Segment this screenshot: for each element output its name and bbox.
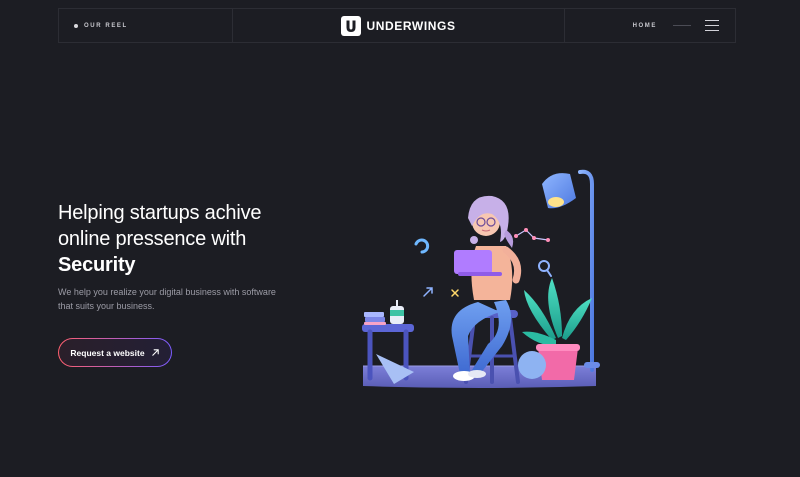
logo[interactable]: UNDERWINGS xyxy=(233,9,565,42)
logo-icon xyxy=(341,15,362,36)
page: OUR REEL UNDERWINGS HOME Helping startup… xyxy=(0,0,800,477)
request-website-button[interactable]: Request a website xyxy=(58,338,172,367)
sphere-decoration xyxy=(518,351,546,379)
hero-subtitle: We help you realize your digital busines… xyxy=(58,287,276,311)
logo-text: UNDERWINGS xyxy=(366,18,456,33)
graph-line-icon xyxy=(515,229,549,241)
arrow-up-right-icon xyxy=(151,349,159,356)
hero-title-line1: Helping startups achive xyxy=(58,202,262,224)
nav-home-link[interactable]: HOME xyxy=(633,23,657,29)
hamburger-menu-icon[interactable] xyxy=(705,20,719,31)
hero-illustration xyxy=(362,169,600,388)
hero-title-line2: online pressence with xyxy=(58,228,247,250)
our-reel-link[interactable]: OUR REEL xyxy=(59,9,233,42)
hero-title-strong: Security xyxy=(58,254,136,276)
top-navbar: OUR REEL UNDERWINGS HOME xyxy=(58,8,736,43)
our-reel-label: OUR REEL xyxy=(84,22,128,29)
person-with-laptop xyxy=(451,195,522,381)
reel-dot-icon xyxy=(74,23,78,28)
request-website-label: Request a website xyxy=(70,347,145,358)
nav-divider xyxy=(673,25,691,26)
hero-title: Helping startups achive online pressence… xyxy=(58,200,318,278)
nav-right: HOME xyxy=(565,9,735,42)
arrow-decoration-icon xyxy=(423,287,433,297)
cross-decoration-icon xyxy=(451,289,459,297)
magnifier-icon xyxy=(538,260,552,277)
